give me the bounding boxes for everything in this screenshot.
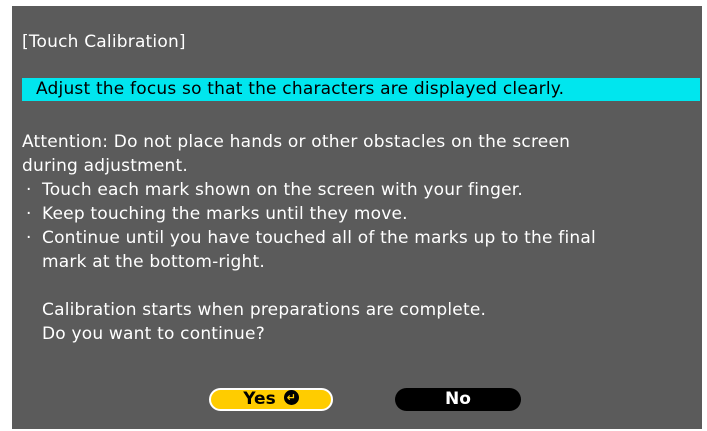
yes-button-label: Yes (243, 389, 276, 409)
focus-instruction-banner: Adjust the focus so that the characters … (22, 78, 700, 101)
yes-button[interactable]: Yes ↵ (209, 388, 333, 411)
no-button-label: No (445, 389, 471, 409)
attention-text-line-1: Attention: Do not place hands or other o… (22, 132, 571, 152)
bullet-mark: · (26, 180, 32, 200)
bullet-mark: · (26, 228, 32, 248)
bullet-mark: · (26, 204, 32, 224)
list-item-text: Keep touching the marks until they move. (42, 204, 408, 224)
prompt-text-line-2: Do you want to continue? (42, 324, 265, 344)
enter-key-icon: ↵ (283, 389, 299, 405)
dialog-title: [Touch Calibration] (22, 32, 186, 52)
list-item-text: Touch each mark shown on the screen with… (42, 180, 523, 200)
dialog-body: Attention: Do not place hands or other o… (22, 130, 700, 346)
list-item-continuation: mark at the bottom-right. (42, 252, 265, 272)
attention-text-line-2: during adjustment. (22, 156, 188, 176)
list-item: · Keep touching the marks until they move… (22, 202, 700, 226)
no-button[interactable]: No (395, 388, 521, 411)
list-item: · Continue until you have touched all of … (22, 226, 700, 250)
list-item-text: Continue until you have touched all of t… (42, 228, 596, 248)
prompt-text-line-1: Calibration starts when preparations are… (42, 300, 487, 320)
list-item: · Touch each mark shown on the screen wit… (22, 178, 700, 202)
calibration-dialog: [Touch Calibration] Adjust the focus so … (12, 6, 702, 429)
